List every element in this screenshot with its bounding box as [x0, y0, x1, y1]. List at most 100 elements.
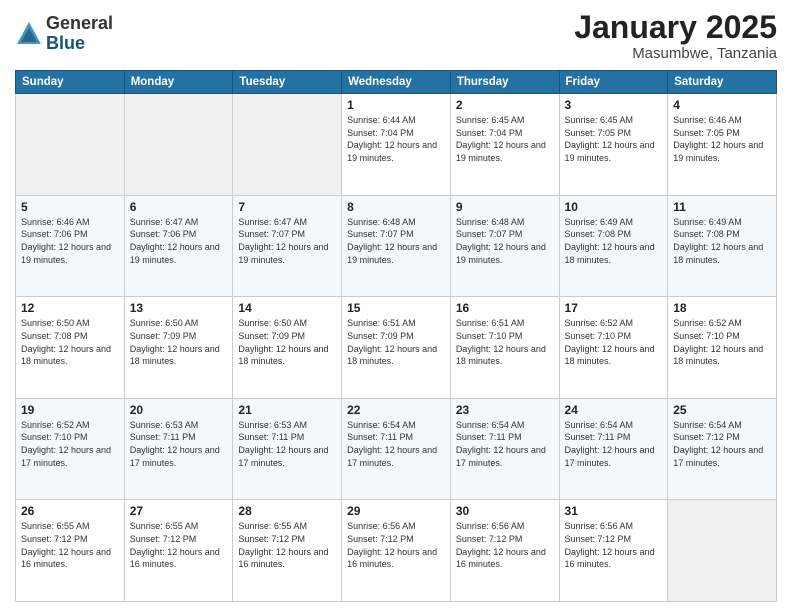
day-info: Sunrise: 6:51 AM Sunset: 7:09 PM Dayligh…	[347, 317, 445, 367]
table-row: 25Sunrise: 6:54 AM Sunset: 7:12 PM Dayli…	[668, 398, 777, 500]
calendar-week-2: 5 Sunrise: 6:46 AM Sunset: 7:06 PM Daylig…	[16, 195, 777, 297]
day-info: Sunrise: 6:55 AM Sunset: 7:12 PM Dayligh…	[21, 520, 119, 570]
table-row: 9Sunrise: 6:48 AM Sunset: 7:07 PM Daylig…	[450, 195, 559, 297]
day-info: Sunrise: 6:56 AM Sunset: 7:12 PM Dayligh…	[347, 520, 445, 570]
day-info: Sunrise: 6:50 AM Sunset: 7:09 PM Dayligh…	[130, 317, 228, 367]
day-number: 14	[238, 301, 336, 315]
table-row: 2 Sunrise: 6:45 AM Sunset: 7:04 PM Daylig…	[450, 94, 559, 196]
col-tuesday: Tuesday	[233, 71, 342, 94]
table-row: 20 Sunrise: 6:53 AM Sunset: 7:11 PM Dayli…	[124, 398, 233, 500]
calendar-week-1: 1 Sunrise: 6:44 AM Sunset: 7:04 PM Daylig…	[16, 94, 777, 196]
table-row: 18 Sunrise: 6:52 AM Sunset: 7:10 PM Dayli…	[668, 297, 777, 399]
table-row: 17 Sunrise: 6:52 AM Sunset: 7:10 PM Dayli…	[559, 297, 668, 399]
day-number: 21	[238, 403, 336, 417]
calendar-table: Sunday Monday Tuesday Wednesday Thursday…	[15, 70, 777, 602]
location-subtitle: Masumbwe, Tanzania	[574, 45, 777, 62]
table-row: 26 Sunrise: 6:55 AM Sunset: 7:12 PM Dayli…	[16, 500, 125, 602]
day-number: 3	[565, 98, 663, 112]
table-row	[124, 94, 233, 196]
header: General Blue January 2025 Masumbwe, Tanz…	[15, 10, 777, 62]
day-number: 5	[21, 200, 119, 214]
day-number: 18	[673, 301, 771, 315]
day-number: 27	[130, 504, 228, 518]
day-number: 12	[21, 301, 119, 315]
day-info: Sunrise: 6:54 AM Sunset: 7:11 PM Dayligh…	[456, 419, 554, 469]
table-row: 15 Sunrise: 6:51 AM Sunset: 7:09 PM Dayli…	[342, 297, 451, 399]
table-row: 24Sunrise: 6:54 AM Sunset: 7:11 PM Dayli…	[559, 398, 668, 500]
day-info: Sunrise: 6:50 AM Sunset: 7:08 PM Dayligh…	[21, 317, 119, 367]
day-info: Sunrise: 6:52 AM Sunset: 7:10 PM Dayligh…	[565, 317, 663, 367]
day-info: Sunrise: 6:49 AM Sunset: 7:08 PM Dayligh…	[565, 216, 663, 266]
day-number: 8	[347, 200, 445, 214]
title-block: January 2025 Masumbwe, Tanzania	[574, 10, 777, 62]
day-info: Sunrise: 6:45 AM Sunset: 7:05 PM Dayligh…	[565, 114, 663, 164]
table-row: 12 Sunrise: 6:50 AM Sunset: 7:08 PM Dayli…	[16, 297, 125, 399]
table-row: 6 Sunrise: 6:47 AM Sunset: 7:06 PM Daylig…	[124, 195, 233, 297]
day-number: 2	[456, 98, 554, 112]
day-number: 29	[347, 504, 445, 518]
table-row: 16Sunrise: 6:51 AM Sunset: 7:10 PM Dayli…	[450, 297, 559, 399]
day-info: Sunrise: 6:52 AM Sunset: 7:10 PM Dayligh…	[673, 317, 771, 367]
table-row: 27 Sunrise: 6:55 AM Sunset: 7:12 PM Dayli…	[124, 500, 233, 602]
day-number: 25	[673, 403, 771, 417]
day-info: Sunrise: 6:47 AM Sunset: 7:06 PM Dayligh…	[130, 216, 228, 266]
day-info: Sunrise: 6:56 AM Sunset: 7:12 PM Dayligh…	[565, 520, 663, 570]
day-info: Sunrise: 6:48 AM Sunset: 7:07 PM Dayligh…	[347, 216, 445, 266]
day-number: 13	[130, 301, 228, 315]
day-number: 17	[565, 301, 663, 315]
day-number: 26	[21, 504, 119, 518]
table-row: 14 Sunrise: 6:50 AM Sunset: 7:09 PM Dayli…	[233, 297, 342, 399]
table-row: 30Sunrise: 6:56 AM Sunset: 7:12 PM Dayli…	[450, 500, 559, 602]
table-row	[16, 94, 125, 196]
day-info: Sunrise: 6:51 AM Sunset: 7:10 PM Dayligh…	[456, 317, 554, 367]
col-saturday: Saturday	[668, 71, 777, 94]
table-row: 10 Sunrise: 6:49 AM Sunset: 7:08 PM Dayli…	[559, 195, 668, 297]
logo: General Blue	[15, 14, 113, 54]
day-number: 20	[130, 403, 228, 417]
logo-icon	[15, 20, 43, 48]
table-row: 28Sunrise: 6:55 AM Sunset: 7:12 PM Dayli…	[233, 500, 342, 602]
day-number: 22	[347, 403, 445, 417]
table-row: 5 Sunrise: 6:46 AM Sunset: 7:06 PM Daylig…	[16, 195, 125, 297]
day-number: 11	[673, 200, 771, 214]
day-info: Sunrise: 6:52 AM Sunset: 7:10 PM Dayligh…	[21, 419, 119, 469]
table-row	[668, 500, 777, 602]
logo-general-text: General	[46, 14, 113, 34]
day-number: 23	[456, 403, 554, 417]
day-info: Sunrise: 6:53 AM Sunset: 7:11 PM Dayligh…	[130, 419, 228, 469]
day-number: 7	[238, 200, 336, 214]
table-row: 8 Sunrise: 6:48 AM Sunset: 7:07 PM Daylig…	[342, 195, 451, 297]
calendar-week-4: 19Sunrise: 6:52 AM Sunset: 7:10 PM Dayli…	[16, 398, 777, 500]
table-row: 21Sunrise: 6:53 AM Sunset: 7:11 PM Dayli…	[233, 398, 342, 500]
logo-blue-text: Blue	[46, 34, 113, 54]
table-row: 3 Sunrise: 6:45 AM Sunset: 7:05 PM Daylig…	[559, 94, 668, 196]
col-thursday: Thursday	[450, 71, 559, 94]
day-number: 10	[565, 200, 663, 214]
table-row: 13 Sunrise: 6:50 AM Sunset: 7:09 PM Dayli…	[124, 297, 233, 399]
day-number: 1	[347, 98, 445, 112]
col-friday: Friday	[559, 71, 668, 94]
table-row: 19Sunrise: 6:52 AM Sunset: 7:10 PM Dayli…	[16, 398, 125, 500]
table-row: 23 Sunrise: 6:54 AM Sunset: 7:11 PM Dayli…	[450, 398, 559, 500]
table-row: 4Sunrise: 6:46 AM Sunset: 7:05 PM Daylig…	[668, 94, 777, 196]
table-row: 1 Sunrise: 6:44 AM Sunset: 7:04 PM Daylig…	[342, 94, 451, 196]
day-info: Sunrise: 6:45 AM Sunset: 7:04 PM Dayligh…	[456, 114, 554, 164]
day-number: 15	[347, 301, 445, 315]
day-info: Sunrise: 6:48 AM Sunset: 7:07 PM Dayligh…	[456, 216, 554, 266]
table-row: 22 Sunrise: 6:54 AM Sunset: 7:11 PM Dayli…	[342, 398, 451, 500]
day-info: Sunrise: 6:55 AM Sunset: 7:12 PM Dayligh…	[130, 520, 228, 570]
table-row: 31Sunrise: 6:56 AM Sunset: 7:12 PM Dayli…	[559, 500, 668, 602]
day-info: Sunrise: 6:46 AM Sunset: 7:06 PM Dayligh…	[21, 216, 119, 266]
day-info: Sunrise: 6:50 AM Sunset: 7:09 PM Dayligh…	[238, 317, 336, 367]
day-info: Sunrise: 6:47 AM Sunset: 7:07 PM Dayligh…	[238, 216, 336, 266]
day-info: Sunrise: 6:54 AM Sunset: 7:11 PM Dayligh…	[565, 419, 663, 469]
calendar-week-3: 12 Sunrise: 6:50 AM Sunset: 7:08 PM Dayli…	[16, 297, 777, 399]
logo-text: General Blue	[46, 14, 113, 54]
day-number: 6	[130, 200, 228, 214]
table-row: 7 Sunrise: 6:47 AM Sunset: 7:07 PM Daylig…	[233, 195, 342, 297]
day-info: Sunrise: 6:54 AM Sunset: 7:11 PM Dayligh…	[347, 419, 445, 469]
day-number: 28	[238, 504, 336, 518]
day-info: Sunrise: 6:44 AM Sunset: 7:04 PM Dayligh…	[347, 114, 445, 164]
table-row: 11Sunrise: 6:49 AM Sunset: 7:08 PM Dayli…	[668, 195, 777, 297]
calendar-week-5: 26 Sunrise: 6:55 AM Sunset: 7:12 PM Dayli…	[16, 500, 777, 602]
